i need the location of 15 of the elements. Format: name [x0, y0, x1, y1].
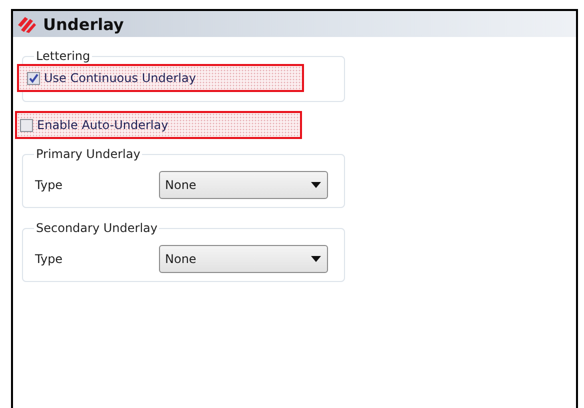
- field-label: Type: [35, 178, 64, 192]
- caret-icon: [311, 256, 321, 262]
- checkbox-label[interactable]: Use Continuous Underlay: [44, 71, 196, 85]
- caret-icon: [311, 182, 321, 188]
- group-title: Secondary Underlay: [35, 221, 158, 235]
- dropdown[interactable]: None: [159, 171, 328, 199]
- checkbox[interactable]: [27, 72, 40, 84]
- group-title: Lettering: [35, 49, 92, 63]
- logo-icon: [16, 15, 38, 33]
- group-title: Primary Underlay: [35, 147, 142, 161]
- panel-title: Underlay: [43, 14, 124, 34]
- dropdown[interactable]: None: [159, 245, 328, 273]
- checkbox-label[interactable]: Enable Auto-Underlay: [37, 118, 168, 132]
- field-label: Type: [35, 252, 64, 266]
- checkbox[interactable]: [20, 118, 33, 132]
